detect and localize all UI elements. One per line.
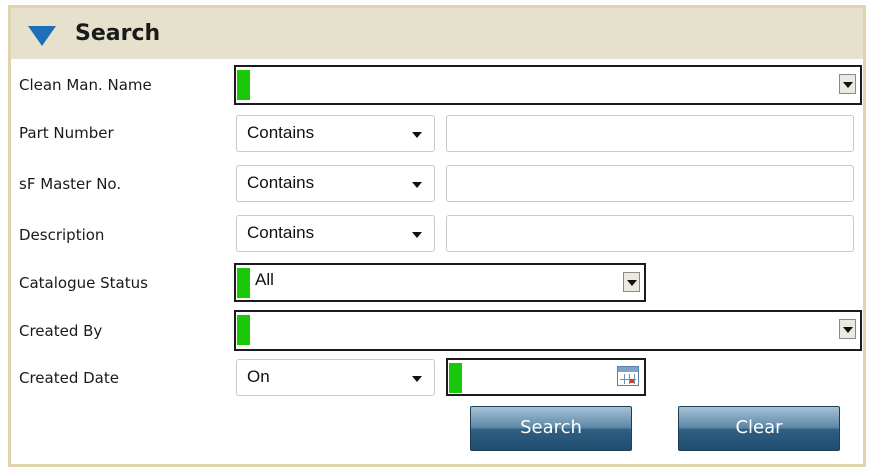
catalogue-status-value: All	[255, 270, 274, 289]
created-date-operator-select[interactable]: On	[236, 359, 435, 396]
chevron-down-icon	[412, 132, 422, 138]
required-marker	[237, 70, 250, 100]
collapse-triangle-icon[interactable]	[28, 26, 56, 46]
description-label: Description	[19, 226, 105, 244]
panel-title: Search	[75, 21, 161, 46]
calendar-icon[interactable]	[617, 366, 639, 386]
required-marker	[237, 315, 250, 345]
part-number-label: Part Number	[19, 124, 114, 142]
panel-header[interactable]: Search	[11, 8, 863, 59]
chevron-down-icon	[412, 232, 422, 238]
calendar-header	[618, 367, 638, 372]
sf-master-no-label: sF Master No.	[19, 175, 122, 193]
part-number-operator-select[interactable]: Contains	[236, 115, 435, 152]
search-button[interactable]: Search	[470, 406, 632, 451]
description-operator-select[interactable]: Contains	[236, 215, 435, 252]
created-by-combobox[interactable]	[234, 310, 862, 351]
required-marker	[449, 363, 462, 393]
chevron-down-icon[interactable]	[623, 272, 640, 292]
sf-master-no-operator-value: Contains	[247, 173, 315, 192]
created-date-label: Created Date	[19, 369, 119, 387]
chevron-down-icon[interactable]	[839, 74, 856, 94]
calendar-today-marker	[630, 379, 634, 383]
chevron-down-icon	[412, 376, 422, 382]
chevron-down-icon	[412, 182, 422, 188]
part-number-input[interactable]	[446, 115, 854, 152]
clean-man-name-label: Clean Man. Name	[19, 76, 152, 94]
created-by-label: Created By	[19, 322, 103, 340]
description-input[interactable]	[446, 215, 854, 252]
clear-button[interactable]: Clear	[678, 406, 840, 451]
catalogue-status-combobox[interactable]: All	[234, 263, 646, 302]
chevron-down-icon[interactable]	[839, 319, 856, 339]
catalogue-status-label: Catalogue Status	[19, 274, 148, 292]
created-date-operator-value: On	[247, 367, 270, 386]
clean-man-name-combobox[interactable]	[234, 65, 862, 105]
sf-master-no-operator-select[interactable]: Contains	[236, 165, 435, 202]
created-date-picker[interactable]	[446, 358, 646, 396]
part-number-operator-value: Contains	[247, 123, 315, 142]
required-marker	[237, 268, 250, 298]
description-operator-value: Contains	[247, 223, 315, 242]
sf-master-no-input[interactable]	[446, 165, 854, 202]
